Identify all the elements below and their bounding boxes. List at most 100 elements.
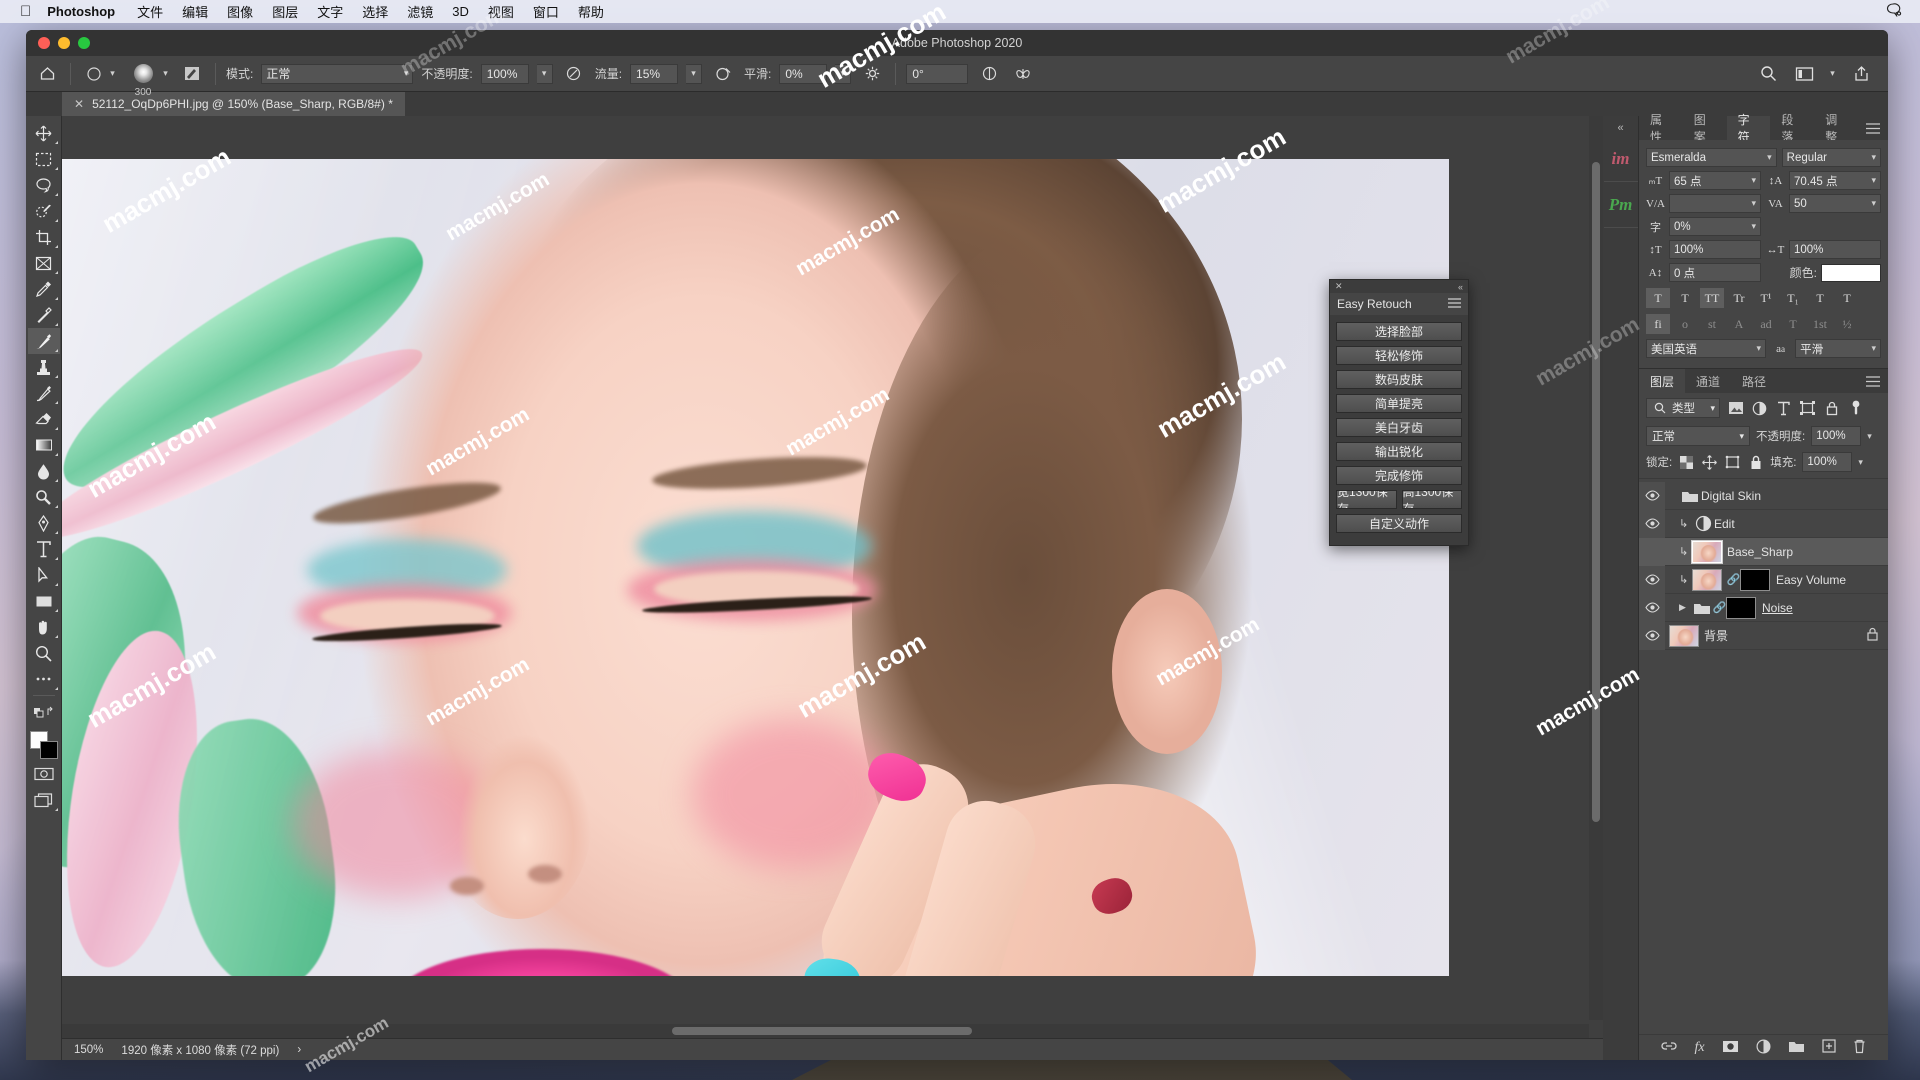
text-color-swatch[interactable] — [1821, 263, 1881, 282]
blur-tool[interactable] — [28, 458, 60, 484]
chevron-down-icon[interactable]: ▾ — [1858, 457, 1863, 468]
canvas-area[interactable] — [62, 116, 1603, 1038]
easy-retouch-titlebar[interactable]: Easy Retouch — [1330, 293, 1468, 315]
tracking-input[interactable]: 50 ▾ — [1789, 194, 1881, 213]
discretionary-ligatures-button[interactable]: st — [1700, 314, 1724, 334]
brush-size-preview[interactable]: 300 ▾ — [126, 61, 171, 98]
layer-name[interactable]: Noise — [1762, 601, 1888, 615]
tab-channels[interactable]: 通道 — [1685, 369, 1731, 393]
default-colors-icon[interactable] — [28, 699, 60, 725]
scrollbar-thumb[interactable] — [1592, 162, 1600, 822]
lock-icon[interactable] — [1867, 627, 1888, 644]
layer-thumbnail[interactable] — [1692, 568, 1722, 591]
chevron-down-icon[interactable]: ▾ — [1746, 221, 1756, 232]
type-filter-icon[interactable] — [1775, 400, 1792, 417]
document-tab[interactable]: ✕ 52112_OqDp6PHI.jpg @ 150% (Base_Sharp,… — [62, 92, 405, 116]
save-height-1300-button[interactable]: 高1300保存 — [1401, 490, 1462, 509]
chevron-down-icon[interactable]: ▾ — [1710, 403, 1715, 414]
chevron-down-icon[interactable]: ▾ — [1866, 152, 1876, 163]
menu-item-window[interactable]: 窗口 — [533, 2, 559, 21]
subscript-button[interactable]: T₁ — [1781, 288, 1805, 308]
table-row[interactable]: ▶ 🔗 Noise — [1639, 593, 1888, 622]
close-icon[interactable]: ✕ — [1335, 281, 1343, 292]
siri-icon[interactable] — [1886, 3, 1902, 20]
delete-layer-icon[interactable] — [1853, 1039, 1866, 1057]
pixel-filter-icon[interactable] — [1727, 400, 1744, 417]
blend-mode-select[interactable]: 正常 ▾ — [1646, 426, 1750, 446]
smoothing-input[interactable]: 0% — [779, 63, 828, 84]
chevron-down-icon[interactable]: ▾ — [1827, 62, 1838, 86]
layers-panel[interactable]: 图层 通道 路径 类型 ▾ 正常 ▾ 不透明度: 100% ▾ 锁定: 填充: … — [1639, 369, 1888, 1060]
contextual-alternates-button[interactable]: o — [1673, 314, 1697, 334]
character-panel-tabs[interactable]: 属性 图案 字符 段落 调整 — [1639, 113, 1888, 144]
move-tool[interactable] — [28, 120, 60, 146]
swash-button[interactable]: A — [1727, 314, 1751, 334]
layer-name[interactable]: Digital Skin — [1701, 489, 1888, 503]
easy-retouch-panel[interactable]: ✕ « Easy Retouch 选择脸部 轻松修饰 数码皮肤 简单提亮 美白牙… — [1329, 279, 1469, 546]
screen-mode-icon[interactable] — [28, 787, 60, 813]
layer-mask-thumbnail[interactable] — [1740, 568, 1770, 591]
hamburger-menu-icon[interactable] — [1448, 297, 1461, 311]
layer-visibility-toggle[interactable] — [1639, 565, 1665, 594]
quick-mask-icon[interactable] — [28, 761, 60, 787]
custom-action-button[interactable]: 自定义动作 — [1336, 514, 1462, 533]
quick-selection-tool[interactable] — [28, 198, 60, 224]
collapse-panels-icon[interactable]: « — [1617, 120, 1623, 136]
menu-item-select[interactable]: 选择 — [362, 2, 388, 21]
layer-thumbnail[interactable] — [1691, 539, 1723, 564]
hand-tool[interactable] — [28, 614, 60, 640]
color-swatches[interactable] — [28, 729, 60, 761]
easy-retouch-body[interactable]: 选择脸部 轻松修饰 数码皮肤 简单提亮 美白牙齿 输出锐化 完成修饰 宽1300… — [1330, 315, 1468, 545]
tab-paragraph[interactable]: 段落 — [1770, 113, 1814, 144]
lock-transparency-icon[interactable] — [1678, 454, 1695, 471]
collapsed-panel-rail[interactable]: « im Pm — [1603, 116, 1639, 1060]
flow-input[interactable]: 15% — [630, 63, 679, 84]
adjustment-layer-thumbnail[interactable] — [1692, 515, 1714, 532]
type-tool[interactable] — [28, 536, 60, 562]
eraser-tool[interactable] — [28, 406, 60, 432]
brush-preset-picker[interactable]: ▾ — [81, 62, 118, 86]
menu-item-photoshop[interactable]: Photoshop — [47, 4, 115, 19]
digital-skin-button[interactable]: 数码皮肤 — [1336, 370, 1462, 389]
character-panel[interactable]: Esmeralda ▾ Regular ▾ ₘT 65 点 ▾ ↕A 70.45… — [1639, 140, 1888, 369]
filter-toggle-icon[interactable] — [1847, 400, 1864, 417]
tools-panel[interactable] — [26, 116, 62, 1060]
layers-panel-footer[interactable]: fx — [1639, 1034, 1888, 1060]
flow-stepper[interactable]: ▾ — [686, 63, 703, 84]
chevron-down-icon[interactable]: ▾ — [107, 62, 118, 86]
healing-brush-tool[interactable] — [28, 302, 60, 328]
smart-object-filter-icon[interactable] — [1823, 400, 1840, 417]
rectangular-marquee-tool[interactable] — [28, 146, 60, 172]
menu-item-help[interactable]: 帮助 — [578, 2, 604, 21]
horizontal-scale-input[interactable]: 100% — [1789, 240, 1881, 259]
search-icon[interactable] — [1755, 62, 1781, 86]
faux-italic-button[interactable]: T — [1673, 288, 1697, 308]
edit-toolbar-button[interactable] — [28, 666, 60, 692]
status-bar[interactable]: 150% 1920 像素 x 1080 像素 (72 ppi) › — [62, 1038, 1603, 1060]
menu-item-layer[interactable]: 图层 — [272, 2, 298, 21]
angle-input[interactable]: 0° — [906, 63, 969, 84]
collapse-icon[interactable]: « — [1458, 282, 1463, 292]
opacity-stepper[interactable]: ▾ — [536, 63, 553, 84]
share-icon[interactable] — [1848, 62, 1874, 86]
canvas-horizontal-scrollbar[interactable] — [62, 1024, 1589, 1038]
font-style-select[interactable]: Regular ▾ — [1781, 148, 1881, 167]
scrollbar-thumb[interactable] — [672, 1027, 972, 1035]
layer-name[interactable]: Base_Sharp — [1727, 545, 1888, 559]
apple-icon[interactable]:  — [20, 4, 31, 19]
table-row[interactable]: Digital Skin — [1639, 482, 1888, 510]
tab-adjustments[interactable]: 调整 — [1814, 113, 1858, 144]
home-icon[interactable] — [34, 62, 60, 86]
font-family-select[interactable]: Esmeralda ▾ — [1646, 148, 1777, 167]
tab-character[interactable]: 字符 — [1726, 113, 1771, 144]
chevron-down-icon[interactable]: ▾ — [1867, 431, 1872, 442]
chevron-down-icon[interactable]: ▾ — [1746, 198, 1756, 209]
frame-tool[interactable] — [28, 250, 60, 276]
opacity-input[interactable]: 100% — [480, 63, 529, 84]
lock-image-icon[interactable] — [1701, 454, 1718, 471]
smoothing-stepper[interactable]: ▾ — [835, 63, 852, 84]
blend-opacity-row[interactable]: 正常 ▾ 不透明度: 100% ▾ — [1639, 423, 1888, 449]
document-canvas[interactable] — [62, 159, 1449, 976]
path-selection-tool[interactable] — [28, 562, 60, 588]
close-icon[interactable]: ✕ — [74, 97, 84, 111]
